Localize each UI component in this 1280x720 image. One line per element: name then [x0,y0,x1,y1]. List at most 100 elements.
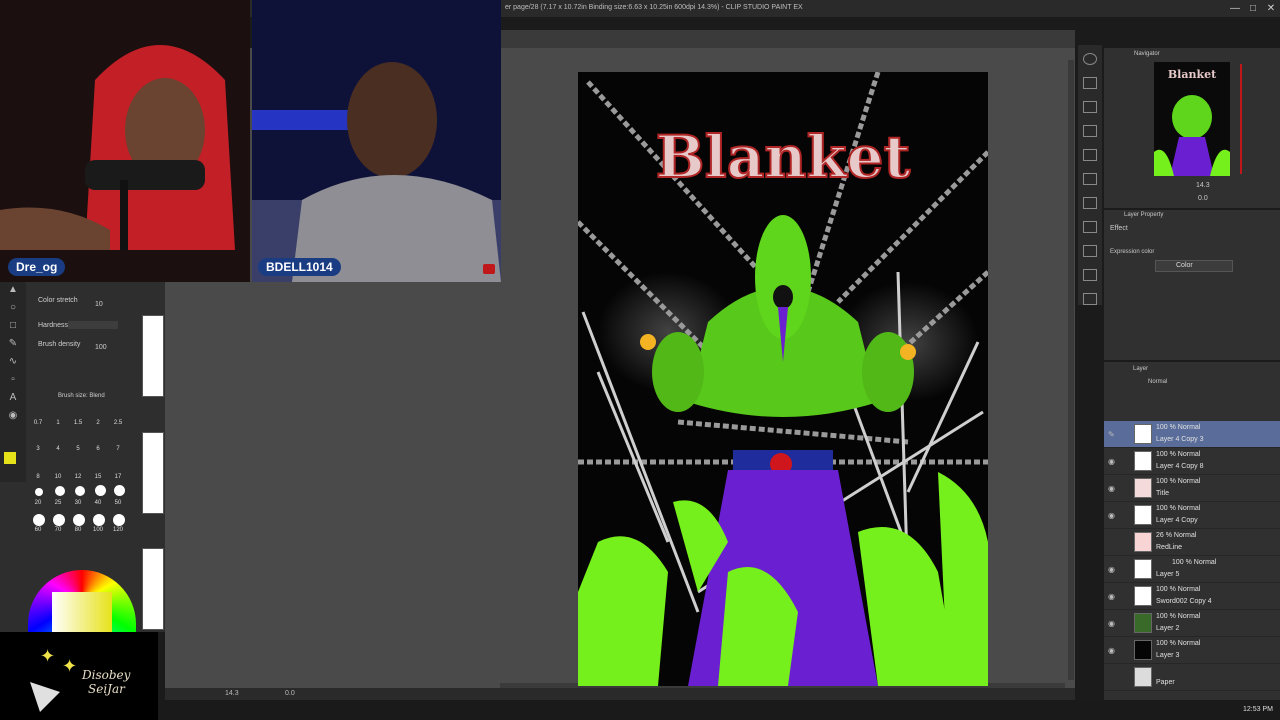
brush-size-option[interactable]: 1.5 [70,420,86,426]
layer-row[interactable]: ◉ 100 % Normal Layer 5 [1104,556,1280,583]
zoom-tool-icon[interactable]: ○ [6,302,20,314]
blend-mode-select[interactable]: Normal [1148,379,1167,385]
search-icon[interactable] [1083,53,1097,65]
brush-size-option[interactable]: 15 [90,474,106,480]
hardness-slider[interactable] [68,321,118,329]
brush-size-option[interactable]: 80 [70,527,86,533]
visibility-eye-icon[interactable]: ◉ [1108,619,1115,628]
navigator-rotation-value[interactable]: 0.0 [1198,195,1208,202]
panel-icon[interactable] [1083,269,1097,281]
layer-row[interactable]: ◉ 100 % Normal Layer 4 Copy 8 [1104,448,1280,475]
layer-row[interactable]: ◉ 100 % Normal Title [1104,475,1280,502]
panel-icon[interactable] [1083,221,1097,233]
layer-row[interactable]: ◉ 100 % Normal Layer 3 [1104,637,1280,664]
expression-color-select[interactable]: Color [1155,260,1233,272]
brush-size-option[interactable]: 120 [110,527,126,533]
layer-blend: 100 % Normal [1156,613,1201,620]
panel-icon[interactable] [1083,173,1097,185]
brush-size-option[interactable]: 10 [50,474,66,480]
layer-row[interactable]: 26 % Normal RedLine [1104,529,1280,556]
brush-size-option[interactable]: 50 [110,500,126,506]
visibility-eye-icon[interactable]: ◉ [1108,457,1115,466]
brush-size-option[interactable]: 17 [110,474,126,480]
page-thumbnail[interactable] [142,548,164,630]
panel-icon[interactable] [1083,197,1097,209]
brush-size-option[interactable]: 7 [110,446,126,452]
brush-size-option[interactable]: 100 [90,527,106,533]
brush-size-option[interactable]: 40 [90,500,106,506]
brush-tool-icon[interactable]: ∿ [6,356,20,368]
brush-size-option[interactable]: 25 [50,500,66,506]
logo-line-1: Disobey [82,668,131,682]
layer-thumbnail [1134,667,1152,687]
eraser-tool-icon[interactable]: ▫ [6,374,20,386]
page-thumbnail[interactable] [142,315,164,397]
brush-size-option[interactable]: 2.5 [110,420,126,426]
layer-row[interactable]: Paper [1104,664,1280,691]
fill-tool-icon[interactable]: ◉ [6,410,20,422]
panel-icon[interactable] [1083,77,1097,89]
visibility-eye-icon[interactable]: ◉ [1108,484,1115,493]
logo-graphic: ✦ ✦ [0,632,158,720]
visibility-eye-icon[interactable]: ◉ [1108,511,1115,520]
selection-tool-icon[interactable]: □ [6,320,20,332]
canvas-zoom-value[interactable]: 14.3 [225,690,239,697]
brush-size-option[interactable]: 60 [30,527,46,533]
color-saturation-square[interactable] [52,592,112,632]
panel-icon[interactable] [1083,149,1097,161]
text-tool-icon[interactable]: A [6,392,20,404]
brush-preview-dot [75,486,85,496]
brush-preview-dot [95,485,106,496]
brush-size-option[interactable]: 8 [30,474,46,480]
brush-size-option[interactable]: 5 [70,446,86,452]
stream-logo: ✦ ✦ [0,632,158,720]
brush-size-option[interactable]: 2 [90,420,106,426]
webcam-feed-1 [0,0,250,282]
close-icon[interactable]: ✕ [1264,2,1278,16]
brush-preview-dot [33,514,45,526]
effect-label: Effect [1110,225,1128,232]
brush-size-option[interactable]: 20 [30,500,46,506]
streamer-name-2: BDELL1014 [258,258,341,276]
panel-icon[interactable] [1083,245,1097,257]
layer-thumbnail [1134,559,1152,579]
brush-size-option[interactable]: 4 [50,446,66,452]
canvas-rotation-value[interactable]: 0.0 [285,690,295,697]
panel-icon[interactable] [1083,101,1097,113]
brush-size-option[interactable]: 3 [30,446,46,452]
brush-size-option[interactable]: 6 [90,446,106,452]
cover-title: Blanket [656,123,911,191]
layer-name: RedLine [1156,544,1183,551]
brush-size-option[interactable]: 0.7 [30,420,46,426]
vertical-scrollbar[interactable] [1068,60,1074,680]
layer-property-title: Layer Property [1124,212,1164,218]
page-thumbnail[interactable] [142,432,164,514]
move-tool-icon[interactable]: ▲ [6,284,20,296]
navigator-preview[interactable]: Blanket [1154,62,1230,176]
visibility-eye-icon[interactable]: ◉ [1108,565,1115,574]
brush-size-option[interactable]: 70 [50,527,66,533]
minimize-icon[interactable]: — [1228,2,1242,16]
layer-row[interactable]: ✎ 100 % Normal Layer 4 Copy 3 [1104,421,1280,448]
panel-icon[interactable] [1083,293,1097,305]
maximize-icon[interactable]: □ [1246,2,1260,16]
comic-cover-artwork[interactable]: Blanket [578,72,988,686]
panel-icon[interactable] [1083,125,1097,137]
brush-size-option[interactable]: 30 [70,500,86,506]
pen-tool-icon[interactable]: ✎ [6,338,20,350]
layer-row[interactable]: ◉ 100 % Normal Layer 2 [1104,610,1280,637]
layer-name: Layer 4 Copy 8 [1156,463,1204,470]
layer-row[interactable]: ◉ 100 % Normal Sword002 Copy 4 [1104,583,1280,610]
layer-row[interactable]: ◉ 100 % Normal Layer 4 Copy [1104,502,1280,529]
navigator-zoom-value[interactable]: 14.3 [1196,182,1210,189]
brush-size-option[interactable]: 12 [70,474,86,480]
brush-preview-dot [73,514,85,526]
main-color-swatch[interactable] [4,452,16,464]
brush-density-value[interactable]: 100 [95,344,107,351]
layer-name: Paper [1156,679,1175,686]
visibility-eye-icon[interactable]: ◉ [1108,646,1115,655]
navigator-viewport-marker [1240,64,1242,174]
visibility-eye-icon[interactable]: ◉ [1108,592,1115,601]
color-stretch-value[interactable]: 10 [95,301,103,308]
brush-size-option[interactable]: 1 [50,420,66,426]
